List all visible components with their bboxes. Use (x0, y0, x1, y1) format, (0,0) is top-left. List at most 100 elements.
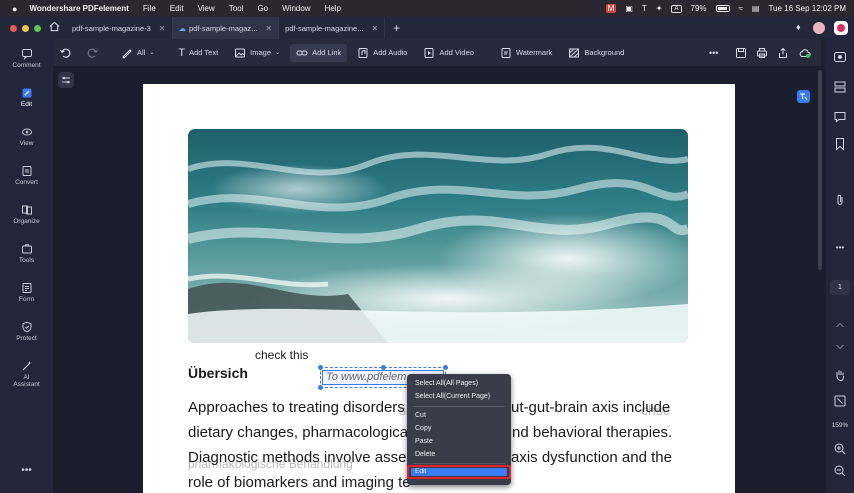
more-icon[interactable]: ••• (0, 465, 53, 476)
window-maximize-button[interactable] (34, 24, 41, 32)
close-icon[interactable]: ✕ (159, 24, 166, 33)
menu-divider (413, 406, 505, 407)
redo-button[interactable] (81, 44, 105, 62)
sidebar-item-view[interactable]: View (0, 126, 53, 147)
ocean-wave-image[interactable] (188, 129, 688, 343)
add-audio-button[interactable]: Add Audio (351, 44, 413, 62)
menubar-app-name[interactable]: Wondershare PDFelement (29, 4, 128, 13)
menu-item-paste[interactable]: Paste (415, 438, 433, 445)
avatar[interactable] (813, 22, 825, 34)
redo-icon (87, 48, 98, 58)
convert-icon (22, 166, 31, 176)
link-text[interactable]: To www.pdfelem (326, 371, 406, 383)
page-number-box[interactable]: 1 (830, 280, 850, 295)
chevron-up-icon[interactable] (833, 318, 847, 332)
menu-item-cut[interactable]: Cut (415, 412, 426, 419)
menubar-item-tool[interactable]: Tool (229, 4, 244, 13)
close-icon[interactable]: ✕ (371, 24, 378, 33)
section-heading: Übersich (188, 365, 248, 381)
form-icon (22, 283, 31, 293)
share-icon[interactable] (771, 44, 795, 62)
sidebar-item-label: Form (18, 296, 35, 303)
sidebar-item-organize[interactable]: Organize (0, 204, 53, 225)
sidebar-item-edit[interactable]: Edit (0, 87, 53, 108)
background-icon (569, 48, 580, 57)
menubar-item-go[interactable]: Go (257, 4, 268, 13)
cloud-sync-icon[interactable] (793, 44, 817, 62)
menubar-item-window[interactable]: Window (282, 4, 310, 13)
status-doc-icon[interactable]: ▣ (625, 4, 633, 13)
close-icon[interactable]: ✕ (265, 24, 272, 33)
watermark-button[interactable]: Watermark (494, 44, 558, 62)
menubar-item-edit[interactable]: Edit (170, 4, 184, 13)
attachment-icon[interactable] (833, 193, 847, 207)
background-button[interactable]: Background (562, 44, 630, 62)
organize-icon (21, 205, 32, 215)
shield-icon (22, 321, 31, 333)
resize-handle[interactable] (318, 385, 323, 390)
sidebar-item-label: Convert (15, 179, 38, 186)
bluetooth-icon[interactable]: ✦ (656, 4, 663, 13)
bookmark-icon[interactable] (833, 137, 847, 151)
resize-handle[interactable] (443, 365, 448, 370)
menu-item-delete[interactable]: Delete (415, 451, 435, 458)
translate-icon[interactable] (797, 90, 810, 103)
chevron-down-icon[interactable] (833, 340, 847, 354)
menu-item-edit[interactable]: Edit (415, 468, 426, 475)
add-link-button[interactable]: Add Link (290, 43, 348, 62)
tab-document-2[interactable]: ☁ pdf-sample-magaz... ✕ (172, 17, 280, 39)
resize-handle[interactable] (381, 365, 386, 370)
sidebar-item-convert[interactable]: Convert (0, 165, 53, 186)
new-tab-plus-icon[interactable]: + (393, 21, 400, 35)
menu-item-select-all-pages[interactable]: Select All(All Pages) (415, 380, 478, 387)
comments-panel-icon[interactable] (833, 110, 847, 124)
undo-button[interactable] (53, 44, 77, 62)
status-t-icon[interactable]: T (642, 4, 647, 13)
status-m-icon[interactable]: M (605, 4, 617, 13)
home-icon[interactable] (49, 19, 60, 37)
image-dropdown[interactable]: Image ⌄ (228, 44, 286, 62)
control-center-icon[interactable]: ▤ (752, 4, 760, 13)
tab-document-3[interactable]: pdf-sample-magazine... ✕ (279, 17, 386, 39)
paragraph-line: Diagnostic methods involve asse (188, 449, 407, 466)
fit-page-icon[interactable] (833, 394, 847, 408)
tab-document-1[interactable]: pdf-sample-magazine-3 ✕ (66, 17, 173, 39)
menu-item-copy[interactable]: Copy (415, 425, 431, 432)
sidebar-item-tools[interactable]: Tools (0, 243, 53, 264)
vertical-scrollbar[interactable] (818, 70, 822, 270)
wifi-icon[interactable]: ≈ (739, 4, 743, 13)
battery-icon[interactable] (715, 5, 730, 12)
properties-panel-icon[interactable] (833, 50, 847, 64)
sidebar-item-ai-assistant[interactable]: AI Assistant (0, 360, 53, 388)
menu-item-select-all-current[interactable]: Select All(Current Page) (415, 393, 490, 400)
add-video-button[interactable]: Add Video (417, 44, 479, 62)
sidebar-item-form[interactable]: Form (0, 282, 53, 303)
apple-icon[interactable]: ● (12, 4, 17, 14)
resize-handle[interactable] (318, 365, 323, 370)
more-icon[interactable]: ••• (833, 243, 847, 257)
add-text-label: Add Text (189, 48, 219, 57)
menu-item-edit-highlight[interactable]: Edit (407, 465, 511, 479)
sidebar-item-label: Comment (12, 62, 41, 69)
zoom-out-icon[interactable] (833, 464, 847, 478)
watermark-icon (501, 47, 511, 58)
layout-panel-icon[interactable] (833, 80, 847, 94)
window-close-button[interactable] (10, 24, 17, 32)
sidebar-item-label: Edit (20, 101, 33, 108)
select-all-dropdown[interactable]: All ⌄ (115, 44, 160, 62)
more-options-icon[interactable]: ••• (703, 45, 724, 61)
window-minimize-button[interactable] (22, 24, 29, 32)
zoom-in-icon[interactable] (833, 442, 847, 456)
tab-label: pdf-sample-magazine-3 (72, 23, 151, 33)
menubar-item-file[interactable]: File (143, 4, 156, 13)
add-text-button[interactable]: T Add Text (172, 44, 224, 62)
notification-bell-icon[interactable]: ♦ (796, 22, 801, 32)
sidebar-item-comment[interactable]: Comment (0, 48, 53, 69)
add-link-label: Add Link (312, 48, 342, 57)
menubar-item-help[interactable]: Help (325, 4, 341, 13)
hand-tool-icon[interactable] (833, 368, 847, 382)
filter-settings-icon[interactable] (58, 72, 74, 88)
status-a-icon[interactable]: A (671, 4, 682, 13)
menubar-item-view[interactable]: View (198, 4, 215, 13)
sidebar-item-protect[interactable]: Protect (0, 321, 53, 342)
